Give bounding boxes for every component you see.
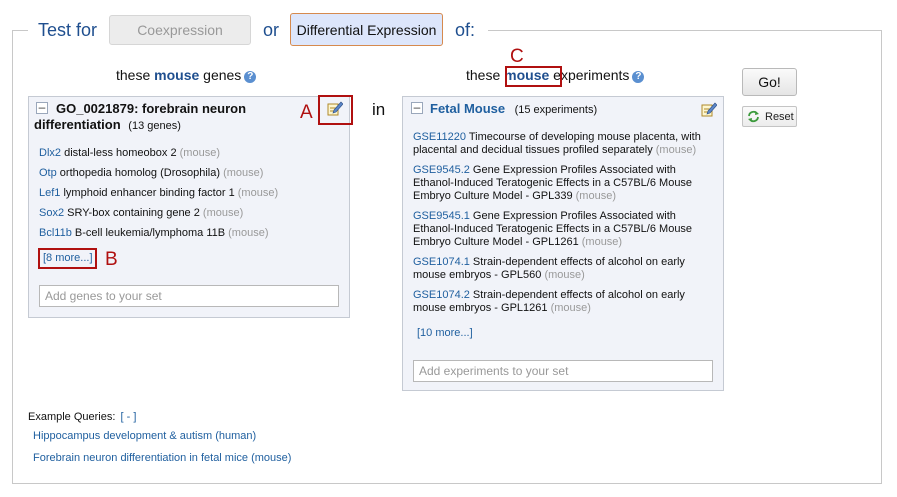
legend-prefix: Test for	[38, 20, 98, 40]
gene-heading-post: genes	[199, 67, 242, 83]
example-queries: Example Queries: [ - ]	[28, 411, 136, 423]
reset-button[interactable]: Reset	[742, 106, 797, 127]
experiment-id-link[interactable]: GSE9545.2	[413, 164, 470, 176]
gene-taxon: (mouse)	[202, 207, 244, 219]
help-icon[interactable]: ?	[632, 71, 645, 83]
annotation-box-a	[318, 95, 353, 125]
coexpression-button[interactable]: Coexpression	[109, 15, 251, 45]
legend-suffix: of:	[455, 20, 476, 40]
collapse-experiment-set-icon[interactable]: –	[411, 101, 423, 114]
experiment-taxon: (mouse)	[575, 190, 616, 202]
gene-count: (13 genes)	[128, 120, 181, 132]
gene-heading-pre: these	[116, 67, 155, 83]
experiment-item: GSE9545.1 Gene Expression Profiles Assoc…	[413, 210, 713, 249]
gene-item: Lef1 lymphoid enhancer binding factor 1 …	[39, 187, 278, 199]
collapse-gene-set-icon[interactable]: –	[36, 101, 48, 114]
gene-symbol-link[interactable]: Bcl11b	[39, 227, 72, 239]
experiment-taxon: (mouse)	[550, 302, 591, 314]
go-button[interactable]: Go!	[742, 68, 797, 96]
gene-set-title-row2: differentiation (13 genes)	[34, 117, 181, 134]
gene-set-title-line2: differentiation	[34, 117, 121, 132]
gene-taxon: (mouse)	[223, 167, 264, 179]
experiment-title-line2: placental and decidual tissues profiled …	[413, 144, 656, 156]
example-queries-toggle[interactable]: [ - ]	[121, 411, 137, 423]
gene-section-heading: these mouse genes?	[116, 67, 257, 83]
gene-item: Dlx2 distal-less homeobox 2 (mouse)	[39, 147, 220, 159]
edit-experiment-set-icon[interactable]	[701, 101, 717, 117]
experiment-item: GSE1074.2 Strain-dependent effects of al…	[413, 289, 713, 315]
gene-description: SRY-box containing gene 2	[64, 207, 203, 219]
gene-description: lymphoid enhancer binding factor 1	[60, 187, 238, 199]
experiment-title-line1: Timecourse of developing mouse placenta,…	[466, 131, 701, 143]
experiment-heading-pre: these	[466, 67, 505, 83]
add-genes-input[interactable]	[39, 285, 339, 307]
gene-description: B-cell leukemia/lymphoma 11B	[71, 227, 229, 239]
gene-item: Sox2 SRY-box containing gene 2 (mouse)	[39, 207, 243, 219]
experiment-set-header: Fetal Mouse (15 experiments)	[430, 100, 597, 118]
gene-set-title-line1: GO_0021879: forebrain neuron	[56, 101, 247, 116]
annotation-box-b	[38, 248, 97, 269]
experiment-title-line1: Strain-dependent effects of alcohol on e…	[469, 256, 685, 268]
annotation-marker-b: B	[105, 249, 118, 270]
gene-symbol-link[interactable]: Sox2	[39, 207, 64, 219]
experiment-title-line3: Embryo Culture Model - GPL339	[413, 190, 576, 202]
annotation-marker-c: C	[510, 46, 524, 67]
experiment-id-link[interactable]: GSE9545.1	[413, 210, 470, 222]
experiment-title-line1: Gene Expression Profiles Associated with	[469, 210, 676, 222]
gene-taxon: (mouse)	[228, 227, 269, 239]
experiment-title-line1: Gene Expression Profiles Associated with	[469, 164, 676, 176]
gene-set-title[interactable]: GO_0021879: forebrain neuron	[56, 101, 326, 117]
differential-expression-button[interactable]: Differential Expression	[290, 13, 443, 46]
experiment-taxon: (mouse)	[655, 144, 697, 156]
experiment-item: GSE11220 Timecourse of developing mouse …	[413, 131, 713, 157]
more-experiments-link[interactable]: [10 more...]	[417, 327, 473, 339]
example-query-link[interactable]: Hippocampus development & autism (human)	[33, 430, 256, 442]
annotation-box-c	[505, 66, 562, 87]
gene-taxon: (mouse)	[237, 187, 279, 199]
reset-icon	[748, 110, 759, 123]
experiment-taxon: (mouse)	[544, 269, 585, 281]
gene-heading-taxon: mouse	[154, 67, 200, 83]
experiment-id-link[interactable]: GSE1074.2	[413, 289, 470, 301]
example-query-link[interactable]: Forebrain neuron differentiation in feta…	[33, 452, 291, 464]
experiment-set-title[interactable]: Fetal Mouse	[430, 101, 505, 116]
experiment-title-line2: Ethanol-Induced Teratogenic Effects in a…	[413, 177, 693, 189]
experiment-item: GSE1074.1 Strain-dependent effects of al…	[413, 256, 713, 282]
experiment-id-link[interactable]: GSE1074.1	[413, 256, 470, 268]
experiment-title-line3: Embryo Culture Model - GPL1261	[413, 236, 582, 248]
gene-taxon: (mouse)	[179, 147, 220, 159]
experiment-title-line2: mouse embryos - GPL1261	[413, 302, 551, 314]
experiment-title-line1: Strain-dependent effects of alcohol on e…	[469, 289, 685, 301]
example-queries-label: Example Queries:	[28, 411, 116, 423]
gene-symbol-link[interactable]: Lef1	[39, 187, 60, 199]
experiment-id-link[interactable]: GSE11220	[413, 131, 466, 143]
gene-symbol-link[interactable]: Dlx2	[39, 147, 61, 159]
experiment-title-line2: Ethanol-Induced Teratogenic Effects in a…	[413, 223, 693, 235]
in-label: in	[372, 100, 386, 119]
gene-item: Bcl11b B-cell leukemia/lymphoma 11B (mou…	[39, 227, 268, 239]
legend-or: or	[263, 20, 280, 40]
experiment-count: (15 experiments)	[514, 104, 598, 116]
experiment-title-line2: mouse embryos - GPL560	[413, 269, 545, 281]
add-experiments-input[interactable]	[413, 360, 713, 382]
gene-description: orthopedia homolog (Drosophila)	[56, 167, 224, 179]
gene-item: Otp orthopedia homolog (Drosophila) (mou…	[39, 167, 263, 179]
gene-description: distal-less homeobox 2	[61, 147, 180, 159]
gene-symbol-link[interactable]: Otp	[39, 167, 57, 179]
annotation-marker-a: A	[300, 102, 313, 123]
help-icon[interactable]: ?	[244, 71, 257, 83]
reset-label: Reset	[765, 110, 794, 123]
experiment-taxon: (mouse)	[581, 236, 623, 248]
experiment-item: GSE9545.2 Gene Expression Profiles Assoc…	[413, 164, 713, 203]
